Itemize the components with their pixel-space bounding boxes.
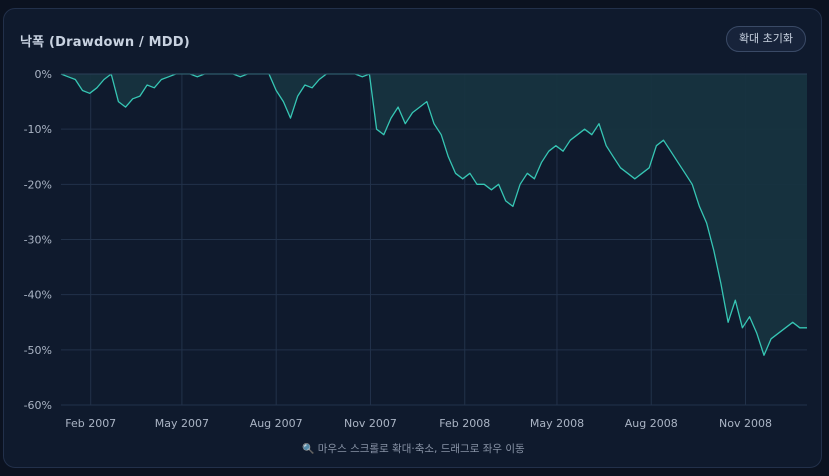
zoom-hint: 🔍 마우스 스크롤로 확대·축소, 드래그로 좌우 이동 [4, 441, 823, 456]
y-tick-label: 0% [35, 68, 52, 81]
zoom-hint-text: 마우스 스크롤로 확대·축소, 드래그로 좌우 이동 [317, 443, 525, 455]
x-tick-label: Nov 2007 [344, 417, 397, 430]
y-tick-label: -40% [24, 289, 52, 302]
x-tick-label: Aug 2008 [625, 417, 678, 430]
drawdown-card: 낙폭 (Drawdown / MDD) 확대 초기화 0% -10% -20% -30… [3, 8, 822, 468]
x-tick-label: May 2008 [530, 417, 584, 430]
y-tick-label: -50% [24, 344, 52, 357]
y-tick-label: -60% [24, 399, 52, 412]
x-tick-label: Feb 2008 [439, 417, 490, 430]
x-tick-label: May 2007 [155, 417, 209, 430]
magnifier-icon: 🔍 [302, 444, 315, 455]
x-tick-label: Nov 2008 [719, 417, 772, 430]
y-tick-label: -30% [24, 234, 52, 247]
y-tick-label: -10% [24, 123, 52, 136]
y-tick-label: -20% [24, 178, 52, 191]
x-tick-label: Aug 2007 [250, 417, 303, 430]
x-tick-label: Feb 2007 [65, 417, 116, 430]
drawdown-area [61, 74, 807, 356]
drawdown-chart[interactable]: 0% -10% -20% -30% -40% -50% -60% Feb 2007 May 20… [4, 9, 823, 469]
